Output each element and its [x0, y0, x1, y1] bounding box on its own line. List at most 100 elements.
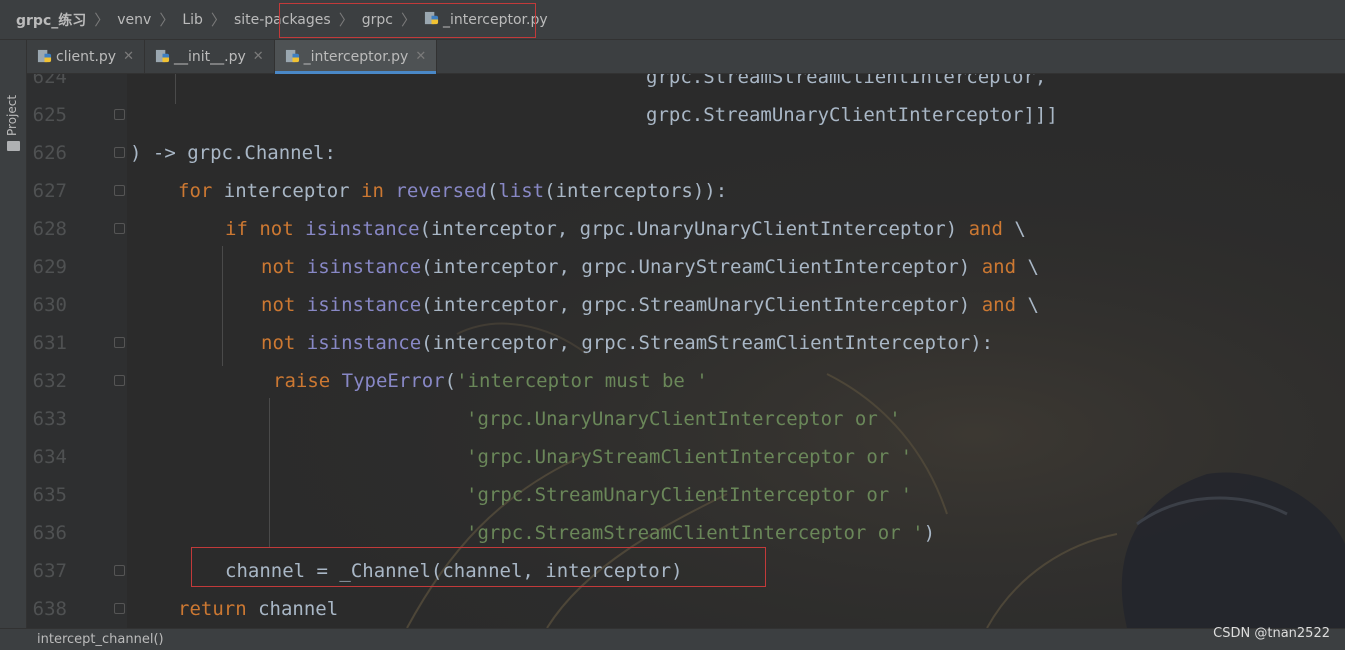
code-line-632: raise TypeError('interceptor must be '	[273, 370, 708, 392]
code-token: (	[444, 370, 457, 392]
fold-marker-icon[interactable]	[114, 603, 125, 614]
python-file-icon	[37, 49, 52, 63]
line-number: 629	[32, 256, 67, 278]
python-file-icon	[155, 49, 170, 63]
string-literal: 'grpc.StreamStreamClientInterceptor or '	[466, 522, 924, 544]
keyword: for	[178, 180, 213, 202]
code-line-625: grpc.StreamUnaryClientInterceptor]]]	[646, 104, 1058, 126]
tab-label: client.py	[56, 48, 117, 65]
annotation-highlight-box	[279, 3, 536, 38]
keyword: and	[981, 294, 1017, 316]
breadcrumb-item-venv[interactable]: venv	[117, 12, 151, 28]
annotation-highlight-box	[191, 547, 766, 587]
code-token: (interceptor, grpc.UnaryUnaryClientInter…	[419, 218, 958, 240]
tab-init-py[interactable]: __init__.py ✕	[145, 40, 275, 73]
tab-label: _interceptor.py	[303, 48, 409, 65]
line-number: 632	[32, 370, 67, 392]
code-token: (interceptor, grpc.UnaryStreamClientInte…	[421, 256, 971, 278]
code-token: \	[1002, 218, 1026, 240]
keyword: not	[261, 332, 296, 354]
code-line-630: not isinstance(interceptor, grpc.StreamU…	[261, 294, 1039, 316]
string-literal: 'interceptor must be '	[456, 370, 708, 392]
code-token: (interceptor, grpc.StreamStreamClientInt…	[421, 332, 994, 354]
line-number: 634	[32, 446, 67, 468]
builtin: reversed	[395, 180, 487, 202]
line-number: 638	[32, 598, 67, 620]
code-editor[interactable]: 624 625 626 627 628 629 630 631 632 633 …	[27, 74, 1345, 628]
code-token: \	[1016, 256, 1039, 278]
close-icon[interactable]: ✕	[415, 49, 426, 64]
python-file-icon	[285, 49, 299, 63]
keyword: not	[261, 294, 296, 316]
folder-icon[interactable]	[7, 141, 20, 151]
tab-label: __init__.py	[173, 48, 246, 65]
line-number: 633	[32, 408, 67, 430]
fold-marker-icon[interactable]	[114, 337, 125, 348]
line-number: 636	[32, 522, 67, 544]
breadcrumb-item-lib[interactable]: Lib	[182, 12, 203, 28]
current-function-indicator[interactable]: intercept_channel()	[37, 632, 164, 647]
code-token: )	[923, 522, 936, 544]
fold-marker-icon[interactable]	[114, 565, 125, 576]
line-number: 631	[32, 332, 67, 354]
code-line-634: 'grpc.UnaryStreamClientInterceptor or '	[466, 446, 913, 468]
fold-marker-icon[interactable]	[114, 147, 125, 158]
indent-guide	[269, 398, 270, 548]
code-line-626: ) -> grpc.Channel:	[130, 142, 336, 164]
line-number: 635	[32, 484, 67, 506]
code-line-636: 'grpc.StreamStreamClientInterceptor or '…	[466, 522, 935, 544]
builtin: isinstance	[306, 332, 422, 354]
code-token: channel	[246, 598, 339, 620]
keyword: if	[225, 218, 248, 240]
builtin: isinstance	[306, 294, 422, 316]
tab-client-py[interactable]: client.py ✕	[27, 40, 145, 73]
indent-guide	[175, 74, 176, 104]
line-number: 628	[32, 218, 67, 240]
builtin: TypeError	[341, 370, 445, 392]
code-line-624: grpc.StreamStreamClientInterceptor,	[646, 74, 1047, 88]
code-token: interceptor	[212, 180, 362, 202]
project-tool-button[interactable]: Project	[5, 95, 19, 136]
breadcrumb: grpc_练习 〉 venv 〉 Lib 〉 site-packages 〉 g…	[0, 0, 1345, 40]
fold-marker-icon[interactable]	[114, 375, 125, 386]
line-number: 626	[32, 142, 67, 164]
indent-guide	[222, 246, 223, 366]
close-icon[interactable]: ✕	[253, 49, 264, 64]
code-token: (interceptor, grpc.StreamUnaryClientInte…	[421, 294, 971, 316]
tool-window-strip: Project	[0, 40, 27, 650]
code-line-629: not isinstance(interceptor, grpc.UnarySt…	[261, 256, 1039, 278]
builtin: isinstance	[306, 256, 422, 278]
code-line-631: not isinstance(interceptor, grpc.StreamS…	[261, 332, 993, 354]
keyword: raise	[273, 370, 331, 392]
breadcrumb-separator-icon: 〉	[159, 11, 175, 29]
code-line-638: return channel	[178, 598, 338, 620]
keyword: and	[981, 256, 1017, 278]
editor-tab-bar: client.py ✕ __init__.py ✕ _interceptor.p…	[27, 40, 1345, 74]
keyword: and	[968, 218, 1003, 240]
breadcrumb-item-project[interactable]: grpc_练习	[16, 10, 86, 30]
line-number: 637	[32, 560, 67, 582]
status-bar: intercept_channel() CSDN @tnan2522	[0, 626, 1345, 650]
watermark: CSDN @tnan2522	[1213, 626, 1330, 641]
keyword: not	[261, 256, 296, 278]
builtin: list	[498, 180, 545, 202]
fold-marker-icon[interactable]	[114, 185, 125, 196]
keyword: not	[259, 218, 294, 240]
breadcrumb-separator-icon: 〉	[210, 11, 226, 29]
breadcrumb-separator-icon: 〉	[94, 11, 110, 29]
code-line-633: 'grpc.UnaryUnaryClientInterceptor or '	[466, 408, 901, 430]
code-token: (	[486, 180, 499, 202]
line-number: 627	[32, 180, 67, 202]
close-icon[interactable]: ✕	[123, 49, 134, 64]
keyword: in	[361, 180, 384, 202]
line-number: 624	[32, 74, 67, 88]
fold-marker-icon[interactable]	[114, 223, 125, 234]
fold-marker-icon[interactable]	[114, 109, 125, 120]
builtin: isinstance	[305, 218, 420, 240]
tab-interceptor-py[interactable]: _interceptor.py ✕	[274, 40, 438, 74]
line-number: 630	[32, 294, 67, 316]
code-token: (interceptors)):	[544, 180, 728, 202]
code-line-635: 'grpc.StreamUnaryClientInterceptor or '	[466, 484, 913, 506]
code-token: \	[1016, 294, 1039, 316]
